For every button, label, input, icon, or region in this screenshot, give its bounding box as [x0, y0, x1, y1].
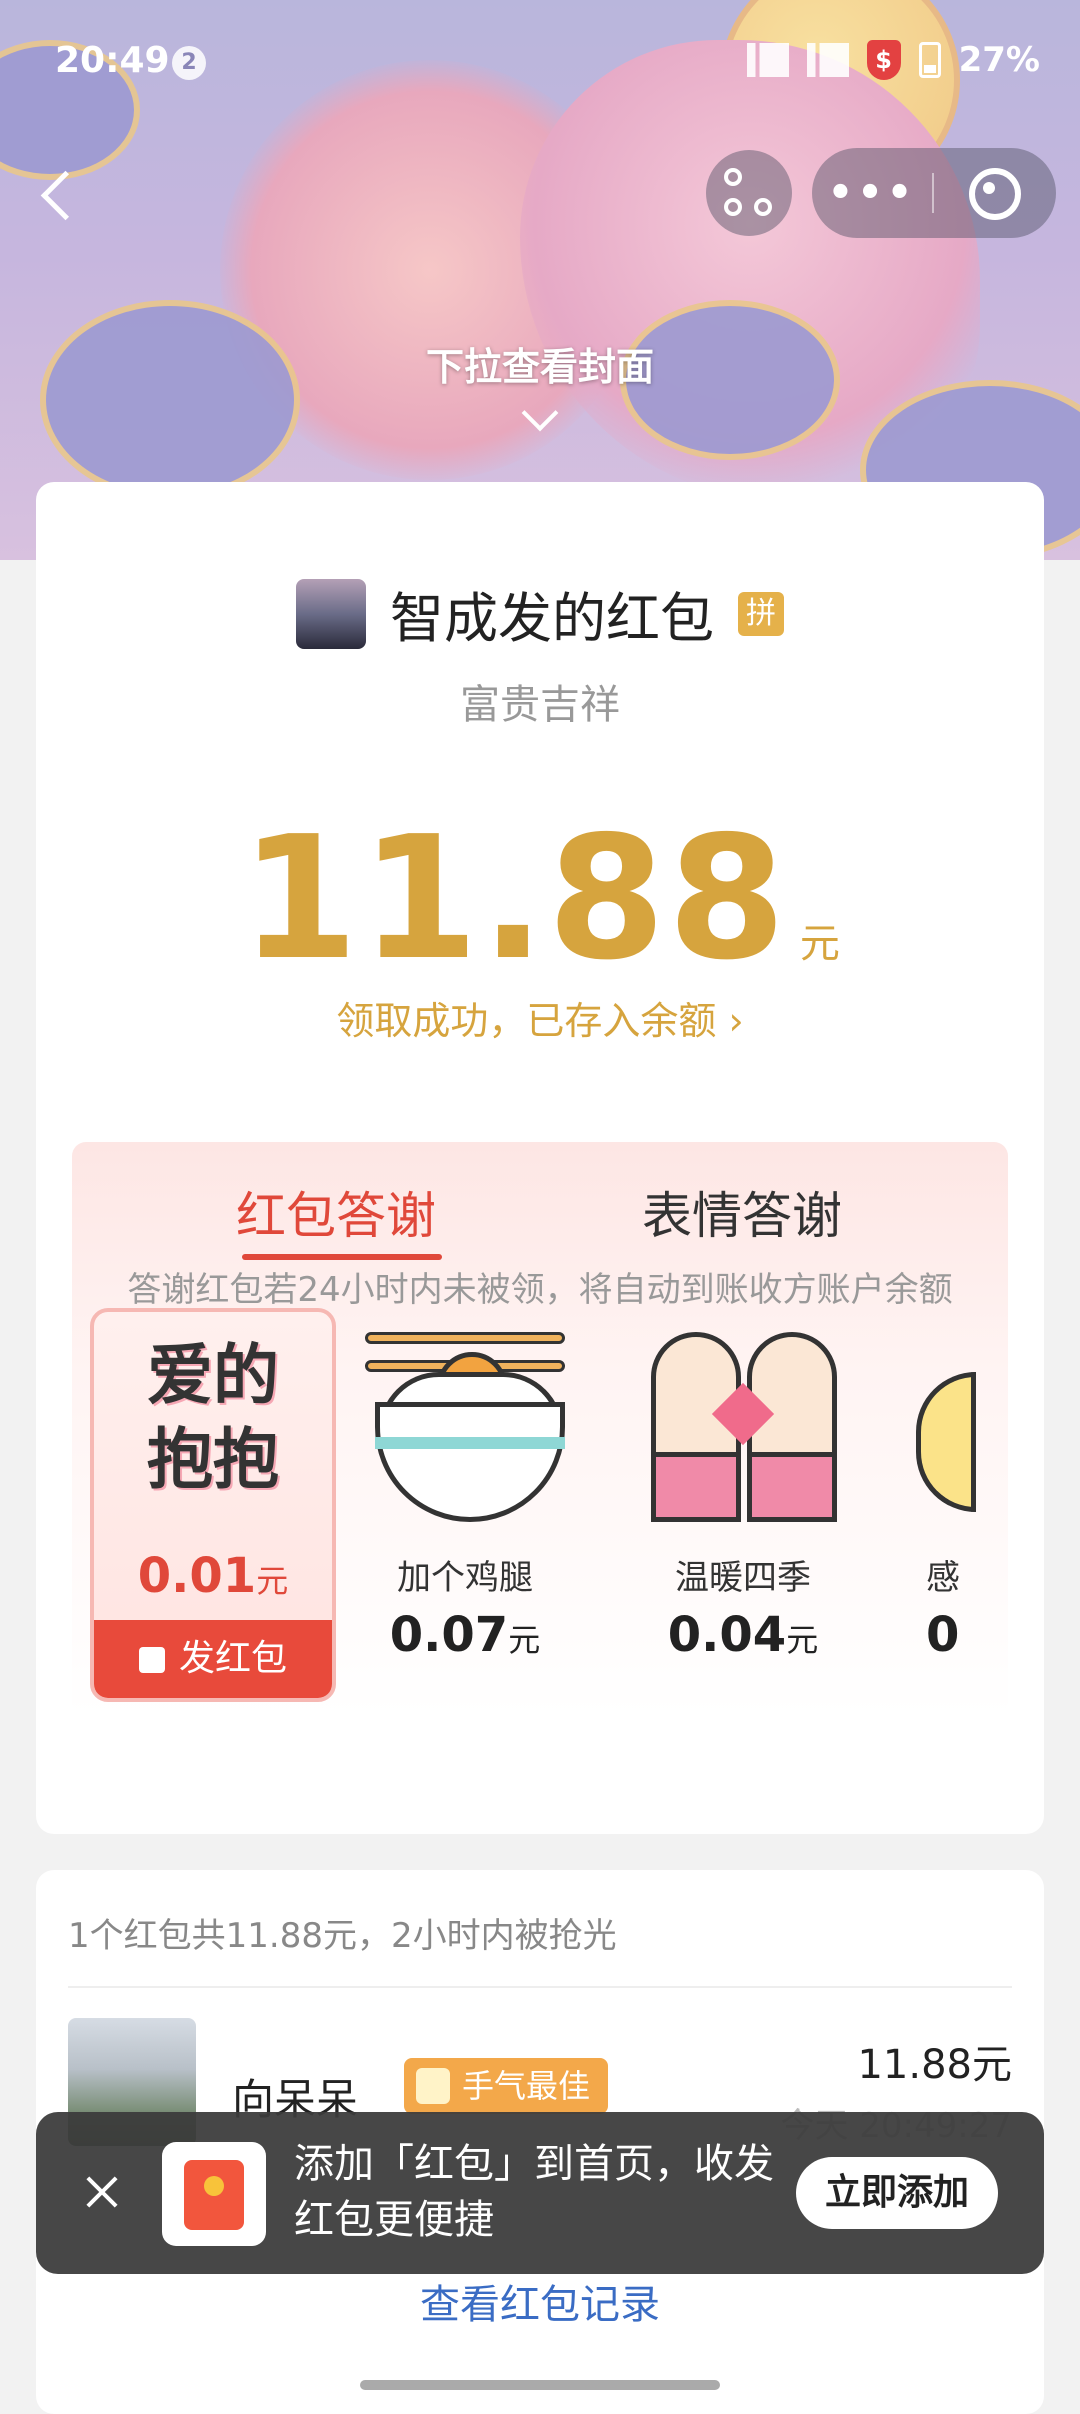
active-tab-indicator — [242, 1254, 442, 1260]
add-now-button[interactable]: 立即添加 — [796, 2157, 998, 2229]
hug-sticker-text: 爱的抱抱 — [147, 1337, 279, 1498]
signal-icon — [806, 43, 849, 77]
cloud-illustration — [40, 300, 300, 500]
group-badge: 拼 — [738, 591, 784, 636]
amount-value: 11.88 — [240, 800, 788, 998]
divider — [68, 1986, 1012, 1988]
scan-icon — [724, 168, 742, 186]
more-button[interactable]: ••• — [812, 170, 932, 216]
home-indicator[interactable] — [360, 2380, 720, 2390]
amount-display: 11.88 元 — [36, 800, 1044, 998]
gift-item-partial[interactable]: 感 0 — [906, 1310, 1008, 1670]
gift-price: 0.01元 — [137, 1548, 289, 1604]
hug-sticker-art: 爱的抱抱 — [113, 1334, 313, 1534]
gift-price: 0 — [926, 1607, 960, 1663]
status-icons: $ 27% — [746, 40, 1040, 80]
gift-item-hug[interactable]: 爱的抱抱 0.01元 发红包 — [90, 1308, 336, 1702]
rice-bowl-icon — [375, 1402, 565, 1522]
drumstick-sticker-art — [365, 1332, 565, 1532]
gift-label: 温暖四季 — [675, 1558, 811, 1598]
close-icon[interactable] — [80, 2170, 124, 2214]
view-records-link[interactable]: 查看红包记录 — [36, 2272, 1044, 2330]
toast-message: 添加「红包」到首页，收发红包更便捷 — [294, 2141, 774, 2243]
gift-price: 0.07元 — [389, 1607, 541, 1663]
records-summary: 1个红包共11.88元，2小时内被抢光 — [68, 1916, 617, 1956]
red-packet-icon — [138, 1647, 165, 1673]
blessing-text: 富贵吉祥 — [460, 682, 620, 728]
scan-button[interactable] — [706, 150, 792, 236]
gift-label: 加个鸡腿 — [397, 1558, 533, 1598]
notification-count-badge: 2 — [172, 46, 206, 80]
send-red-packet-button[interactable]: 发红包 — [94, 1620, 332, 1698]
pull-to-view-cover-hint: 下拉查看封面 — [425, 345, 654, 389]
sender-name: 智成发的红包 — [390, 587, 714, 650]
gift-item-drumstick[interactable]: 加个鸡腿 0.07元 — [350, 1310, 580, 1670]
back-button[interactable] — [30, 160, 90, 230]
thanks-note: 答谢红包若24小时内未被领，将自动到账收方账户余额 — [127, 1270, 953, 1310]
star-icon — [916, 1372, 976, 1512]
gift-item-warm-seasons[interactable]: 温暖四季 0.04元 — [628, 1310, 858, 1670]
tab-sticker-thanks[interactable]: 表情答谢 — [642, 1176, 842, 1248]
best-luck-badge: 手气最佳 — [404, 2058, 609, 2114]
miniprogram-capsule: ••• — [812, 148, 1056, 238]
heart-hands-sticker-art — [643, 1332, 843, 1532]
star-sticker-art — [916, 1332, 1008, 1532]
clock: 20:49 — [55, 40, 170, 81]
red-packet-app-icon — [162, 2142, 266, 2246]
amount-unit: 元 — [799, 921, 840, 967]
battery-icon — [918, 42, 941, 78]
received-text: 领取成功，已存入余额 — [336, 999, 717, 1043]
sender-avatar — [296, 578, 366, 649]
battery-percent: 27% — [958, 40, 1040, 80]
add-to-home-toast: 添加「红包」到首页，收发红包更便捷 立即添加 — [36, 2112, 1044, 2274]
chevron-right-icon: › — [728, 999, 744, 1043]
gift-price: 0.04元 — [667, 1607, 819, 1663]
record-amount: 11.88元 — [857, 2042, 1012, 2088]
status-bar: 20:49 2 $ 27% — [0, 0, 1080, 120]
received-balance-link[interactable]: 领取成功，已存入余额 › — [36, 990, 1044, 1045]
security-shield-icon: $ — [866, 40, 901, 80]
signal-icon — [746, 43, 789, 77]
sender-row: 智成发的红包 拼 — [36, 574, 1044, 653]
thumbs-up-icon — [416, 2068, 450, 2104]
red-packet-card: 智成发的红包 拼 富贵吉祥 11.88 元 领取成功，已存入余额 › 红包答谢 表… — [36, 482, 1044, 1834]
tab-red-packet-thanks[interactable]: 红包答谢 — [236, 1176, 436, 1248]
close-miniprogram-button[interactable] — [934, 148, 1054, 238]
thanks-panel: 红包答谢 表情答谢 爱的抱抱 0.01元 发红包 加个鸡腿 0.07元 温暖四季… — [72, 1142, 1008, 1717]
gift-label: 感 — [926, 1558, 960, 1598]
